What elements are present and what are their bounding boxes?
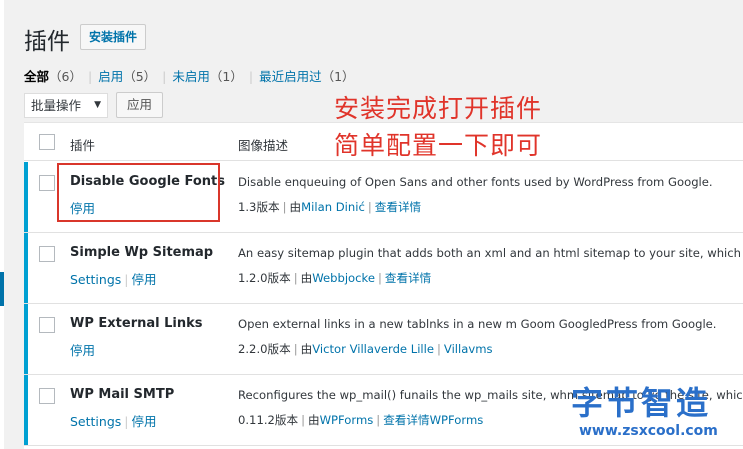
- bulk-action-select[interactable]: 批量操作 ▼: [24, 93, 108, 118]
- filter-active[interactable]: 启用（5）: [98, 69, 156, 84]
- meta-separator: |: [376, 413, 381, 427]
- plugin-meta: 2.2.0版本 | 由Victor Villaverde Lille | Villavm…: [238, 341, 493, 357]
- plugin-version: 2.2.0版本: [238, 342, 291, 356]
- view-details-link[interactable]: 查看详情: [385, 271, 431, 285]
- add-plugin-button[interactable]: 安装插件: [80, 24, 147, 50]
- author-link[interactable]: WPForms: [320, 413, 374, 427]
- annotation-text-line-2: 简单配置一下即可: [334, 131, 543, 160]
- plugin-version: 1.2.0版本: [238, 271, 291, 285]
- watermark-url: www.zsxcool.com: [579, 423, 718, 439]
- plugin-version: 0.11.2版本: [238, 413, 299, 427]
- filter-all-label: 全部: [24, 69, 50, 84]
- select-all-checkbox[interactable]: [39, 134, 55, 150]
- action-separator: |: [124, 272, 129, 287]
- filter-separator: |: [87, 69, 93, 84]
- status-filter-links: 全部（6） | 启用（5） | 未启用（1） | 最近启用过（1）: [24, 66, 355, 85]
- active-plugin-indicator: [24, 162, 28, 232]
- plugin-name: Simple Wp Sitemap: [70, 245, 214, 260]
- column-header-plugin: 插件: [70, 138, 96, 153]
- filter-inactive-label: 未启用: [172, 69, 210, 84]
- table-row: Simple Wp Sitemap Settings | 停用 An easy si…: [24, 233, 743, 304]
- watermark-brand: 字节智造: [571, 384, 712, 422]
- plugin-meta: 1.3版本 | 由Milan Dinić | 查看详情: [238, 199, 421, 215]
- meta-separator: |: [293, 271, 298, 285]
- plugin-description: Disable enqueuing of Open Sans and other…: [238, 175, 713, 189]
- filter-separator: |: [248, 69, 254, 84]
- meta-separator: |: [437, 342, 441, 356]
- meta-separator: |: [377, 271, 382, 285]
- page-title: 插件: [24, 29, 70, 55]
- filter-recently-active-count: （1）: [321, 69, 355, 84]
- filter-all-count: （6）: [49, 69, 82, 84]
- by-label: 由: [289, 200, 302, 214]
- by-label: 由: [300, 271, 313, 285]
- author-link[interactable]: Webbjocke: [312, 271, 375, 285]
- plugin-meta: 0.11.2版本 | 由WPForms | 查看详情WPForms: [238, 412, 483, 428]
- admin-menu-active-indicator: [0, 272, 4, 306]
- row-checkbox[interactable]: [39, 317, 55, 333]
- annotation-highlight-box: [57, 163, 220, 222]
- admin-menu-edge: [0, 0, 4, 449]
- deactivate-link[interactable]: 停用: [70, 343, 95, 358]
- plugin-meta: 1.2.0版本 | 由Webbjocke | 查看详情: [238, 270, 431, 286]
- meta-separator: |: [367, 200, 372, 214]
- annotation-text-line-1: 安装完成打开插件: [334, 94, 543, 123]
- row-checkbox[interactable]: [39, 388, 55, 404]
- active-plugin-indicator: [24, 233, 28, 303]
- chevron-down-icon: ▼: [94, 100, 101, 110]
- apply-button[interactable]: 应用: [116, 92, 164, 118]
- row-checkbox[interactable]: [39, 175, 55, 191]
- plugin-version: 1.3版本: [238, 200, 280, 214]
- filter-separator: |: [162, 69, 167, 84]
- view-details-link[interactable]: Villavms: [444, 342, 493, 356]
- filter-inactive-count: （1）: [209, 69, 243, 84]
- view-details-link[interactable]: 查看详情: [375, 200, 421, 214]
- row-actions: 停用: [70, 340, 95, 359]
- plugin-description: An easy sitemap plugin that adds both an…: [238, 246, 743, 260]
- active-plugin-indicator: [24, 304, 28, 374]
- meta-separator: |: [293, 342, 298, 356]
- view-details-link[interactable]: 查看详情WPForms: [383, 413, 483, 427]
- deactivate-link[interactable]: 停用: [132, 272, 157, 287]
- row-checkbox[interactable]: [39, 246, 55, 262]
- watermark: 字节智造 www.zsxcool.com: [553, 378, 743, 449]
- meta-separator: |: [301, 413, 305, 427]
- filter-active-label: 启用: [98, 69, 124, 84]
- row-actions: Settings | 停用: [70, 411, 157, 430]
- bulk-action-value: 批量操作: [31, 98, 82, 113]
- table-row: WP External Links 停用 Open external links…: [24, 304, 743, 375]
- settings-link[interactable]: Settings: [70, 414, 121, 429]
- deactivate-link[interactable]: 停用: [132, 414, 157, 429]
- filter-inactive[interactable]: 未启用（1）: [172, 69, 242, 84]
- filter-recently-active[interactable]: 最近启用过（1）: [259, 69, 354, 84]
- filter-all[interactable]: 全部（6）: [24, 69, 82, 84]
- active-plugin-indicator: [24, 375, 28, 445]
- row-actions: Settings | 停用: [70, 269, 157, 288]
- author-link[interactable]: Victor Villaverde Lille: [312, 342, 434, 356]
- plugin-name: WP External Links: [70, 316, 203, 331]
- author-link[interactable]: Milan Dinić: [301, 200, 365, 214]
- plugin-description: Open external links in a new tablnks in …: [238, 317, 717, 331]
- filter-active-count: （5）: [123, 69, 157, 84]
- plugin-name: WP Mail SMTP: [70, 387, 175, 402]
- by-label: 由: [300, 342, 313, 356]
- meta-separator: |: [282, 200, 287, 214]
- by-label: 由: [307, 413, 320, 427]
- column-header-description: 图像描述: [238, 138, 289, 153]
- filter-recently-active-label: 最近启用过: [259, 69, 322, 84]
- settings-link[interactable]: Settings: [70, 272, 121, 287]
- action-separator: |: [124, 414, 129, 429]
